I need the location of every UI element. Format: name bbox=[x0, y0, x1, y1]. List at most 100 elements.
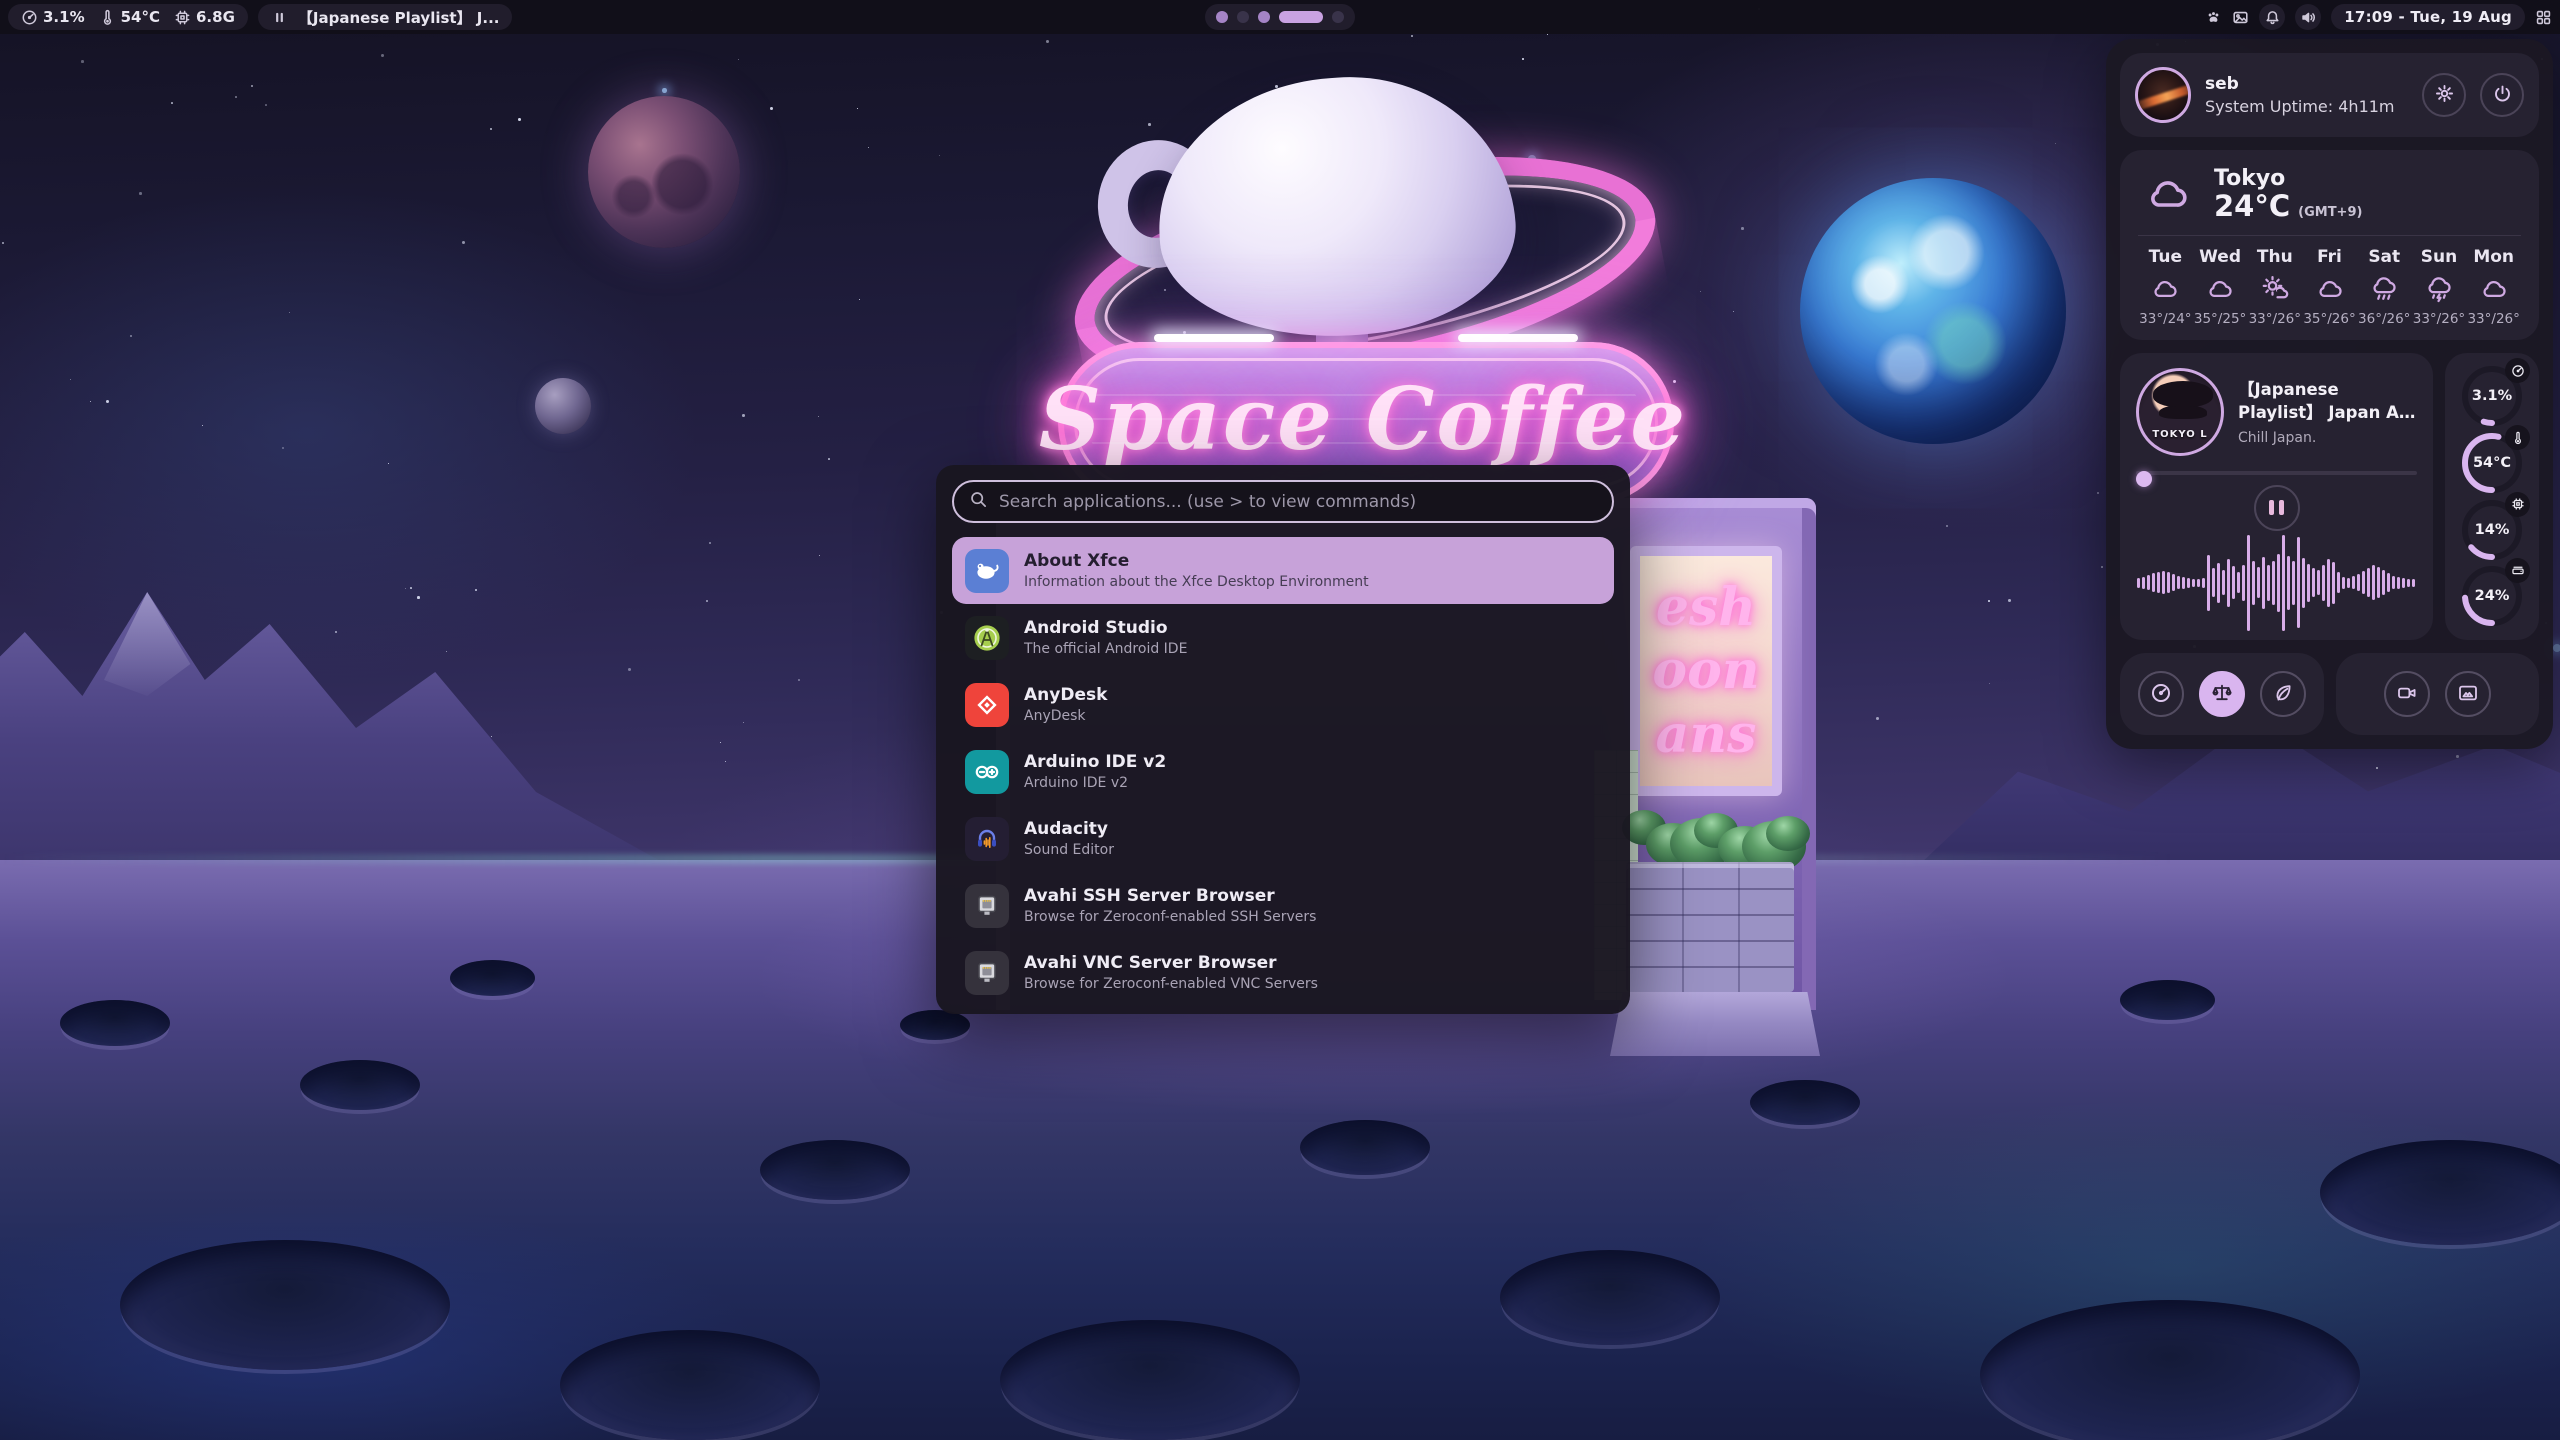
disk-icon bbox=[2505, 558, 2530, 583]
system-gauge: 3.1% bbox=[2461, 365, 2523, 427]
seek-knob[interactable] bbox=[2136, 471, 2152, 487]
search-input[interactable] bbox=[999, 492, 1597, 512]
forecast-temps: 35°/26° bbox=[2303, 311, 2355, 327]
arduino-icon bbox=[965, 750, 1009, 794]
screen-record-button[interactable] bbox=[2384, 671, 2430, 717]
power-icon bbox=[2492, 83, 2513, 107]
power-button[interactable] bbox=[2480, 73, 2524, 117]
track-title: 【Japanese Playlist】 Japan All Night - To… bbox=[2238, 378, 2417, 424]
workspace-dot-empty[interactable] bbox=[1237, 11, 1249, 23]
launcher-searchbar[interactable] bbox=[952, 480, 1614, 523]
workspace-dot-occupied[interactable] bbox=[1216, 11, 1228, 23]
speaker-icon bbox=[2300, 9, 2317, 26]
app-name: Avahi VNC Server Browser bbox=[1024, 953, 1318, 973]
performance-profile-button[interactable] bbox=[2138, 671, 2184, 717]
forecast-day: Wed 35°/25° bbox=[2193, 247, 2248, 327]
chip-icon bbox=[2505, 492, 2530, 517]
app-description: Browse for Zeroconf-enabled SSH Servers bbox=[1024, 909, 1316, 925]
window-neon-text: esh bbox=[1656, 579, 1756, 636]
wallpaper-icon[interactable] bbox=[2232, 9, 2249, 26]
forecast-day-name: Thu bbox=[2257, 247, 2293, 267]
app-description: Sound Editor bbox=[1024, 842, 1114, 858]
search-icon bbox=[969, 490, 988, 513]
forecast-temps: 33°/26° bbox=[2467, 311, 2519, 327]
neon-sign-text: Space Coffee bbox=[1039, 369, 1687, 470]
username: seb bbox=[2205, 74, 2408, 94]
system-stats-pill[interactable]: 3.1% 54°C 6.8G bbox=[8, 4, 248, 30]
app-list-item[interactable]: Avahi VNC Server Browser Browse for Zero… bbox=[952, 939, 1614, 1006]
app-grid-icon[interactable] bbox=[2535, 9, 2552, 26]
workspace-dot-occupied[interactable] bbox=[1258, 11, 1270, 23]
forecast-day: Sat 36°/26° bbox=[2357, 247, 2412, 327]
xfce-icon bbox=[965, 549, 1009, 593]
balanced-profile-button[interactable] bbox=[2199, 671, 2245, 717]
notifications-button[interactable] bbox=[2259, 4, 2285, 30]
album-art[interactable]: TOKYO L bbox=[2136, 368, 2224, 456]
system-gauges: 3.1% 54°C 14 bbox=[2445, 353, 2539, 640]
temperature-value: 54°C bbox=[121, 8, 160, 26]
sun-cloud-icon bbox=[2260, 274, 2290, 304]
workspace-switcher[interactable] bbox=[1205, 4, 1355, 30]
shop-steps bbox=[1610, 992, 1820, 1056]
workspace-dot-active[interactable] bbox=[1279, 11, 1323, 23]
app-list-item[interactable]: Arduino IDE v2 Arduino IDE v2 bbox=[952, 738, 1614, 805]
bell-icon bbox=[2264, 9, 2281, 26]
track-artist: Chill Japan. bbox=[2238, 430, 2417, 446]
app-name: About Xfce bbox=[1024, 551, 1369, 571]
video-camera-icon bbox=[2396, 682, 2418, 707]
app-results-list: About Xfce Information about the Xfce De… bbox=[952, 537, 1614, 1006]
speedometer-icon bbox=[2505, 358, 2530, 383]
sign-lamp bbox=[1154, 334, 1274, 342]
powersave-profile-button[interactable] bbox=[2260, 671, 2306, 717]
brick-planter bbox=[1626, 862, 1794, 992]
forecast-day: Fri 35°/26° bbox=[2302, 247, 2357, 327]
application-launcher: About Xfce Information about the Xfce De… bbox=[936, 465, 1630, 1014]
temperature-stat: 54°C bbox=[99, 8, 160, 26]
now-playing-pill[interactable]: 【Japanese Playlist】 J... bbox=[258, 4, 513, 30]
app-description: Information about the Xfce Desktop Envir… bbox=[1024, 574, 1369, 590]
window-neon-text: ans bbox=[1656, 706, 1757, 763]
app-list-item[interactable]: AnyDesk AnyDesk bbox=[952, 671, 1614, 738]
forecast-temps: 33°/26° bbox=[2249, 311, 2301, 327]
screenshot-icon bbox=[2457, 682, 2479, 707]
avatar[interactable] bbox=[2135, 67, 2191, 123]
app-list-item[interactable]: About Xfce Information about the Xfce De… bbox=[952, 537, 1614, 604]
cloud-icon bbox=[2205, 274, 2235, 304]
system-gauge: 54°C bbox=[2461, 432, 2523, 494]
chip-icon bbox=[174, 9, 191, 26]
window-neon-text: oon bbox=[1652, 642, 1759, 699]
settings-button[interactable] bbox=[2422, 73, 2466, 117]
capture-group bbox=[2336, 653, 2540, 735]
app-name: AnyDesk bbox=[1024, 685, 1107, 705]
pet-widget-icon[interactable] bbox=[2205, 9, 2222, 26]
forecast-day: Tue 33°/24° bbox=[2138, 247, 2193, 327]
scales-icon bbox=[2211, 682, 2233, 707]
app-list-item[interactable]: Avahi SSH Server Browser Browse for Zero… bbox=[952, 872, 1614, 939]
clock[interactable]: 17:09 - Tue, 19 Aug bbox=[2331, 4, 2525, 30]
forecast-day-name: Tue bbox=[2149, 247, 2182, 267]
sign-lamp bbox=[1458, 334, 1578, 342]
cpu-usage-value: 3.1% bbox=[43, 8, 85, 26]
pause-button[interactable] bbox=[2254, 485, 2300, 531]
weather-timezone: (GMT+9) bbox=[2298, 205, 2362, 220]
app-description: AnyDesk bbox=[1024, 708, 1107, 724]
screenshot-button[interactable] bbox=[2445, 671, 2491, 717]
forecast-day-name: Mon bbox=[2473, 247, 2514, 267]
top-panel: 3.1% 54°C 6.8G 【Japanese Playlist】 J... bbox=[0, 0, 2560, 34]
cpu-usage-stat: 3.1% bbox=[21, 8, 85, 26]
album-art-caption: TOKYO L bbox=[2139, 429, 2221, 440]
android-studio-icon bbox=[965, 616, 1009, 660]
user-card: seb System Uptime: 4h11m bbox=[2120, 53, 2539, 137]
forecast-day-name: Fri bbox=[2317, 247, 2342, 267]
app-description: Arduino IDE v2 bbox=[1024, 775, 1166, 791]
weather-temperature: 24°C bbox=[2214, 191, 2290, 221]
app-list-item[interactable]: Audacity Sound Editor bbox=[952, 805, 1614, 872]
workspace-dot-empty[interactable] bbox=[1332, 11, 1344, 23]
music-player-card: TOKYO L 【Japanese Playlist】 Japan All Ni… bbox=[2120, 353, 2433, 640]
memory-value: 6.8G bbox=[196, 8, 235, 26]
volume-button[interactable] bbox=[2295, 4, 2321, 30]
forecast-temps: 33°/26° bbox=[2413, 311, 2465, 327]
seek-bar[interactable] bbox=[2136, 471, 2417, 475]
app-list-item[interactable]: Android Studio The official Android IDE bbox=[952, 604, 1614, 671]
now-playing-title: 【Japanese Playlist】 J... bbox=[298, 7, 500, 28]
